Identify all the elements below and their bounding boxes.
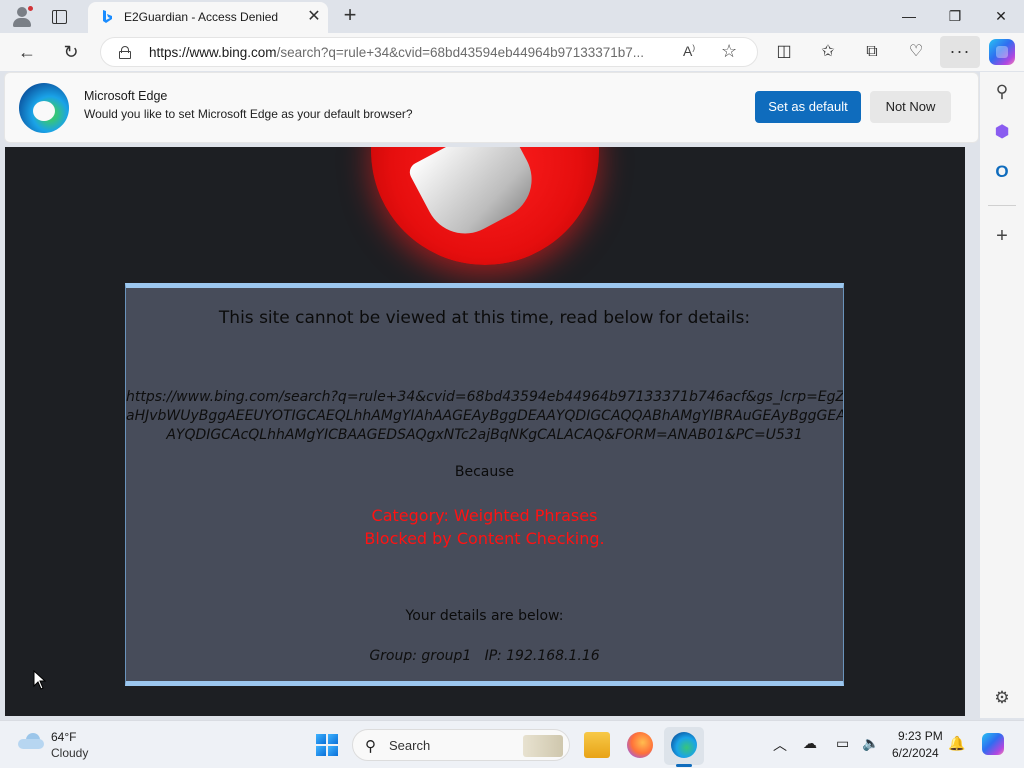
address-bar[interactable]: https://www.bing.com/search?q=rule+34&cv… xyxy=(100,37,758,67)
taskbar-search-icon: ⚲ xyxy=(365,738,376,755)
notifications-bell-icon[interactable]: 🔔 xyxy=(948,735,965,752)
bing-favicon-icon xyxy=(103,10,112,23)
split-screen-icon[interactable]: ◫ xyxy=(771,39,797,65)
edge-logo-icon xyxy=(19,83,69,133)
weather-condition[interactable]: Cloudy xyxy=(51,746,88,760)
tab-actions-icon[interactable] xyxy=(50,7,70,27)
favorites-icon[interactable]: ✩ xyxy=(815,39,841,65)
add-sidebar-app-icon[interactable]: + xyxy=(990,224,1014,248)
collections-icon[interactable]: ⧉ xyxy=(859,39,885,65)
edge-icon[interactable] xyxy=(671,732,697,758)
set-as-default-button[interactable]: Set as default xyxy=(755,91,861,123)
sidebar-divider xyxy=(988,205,1016,206)
block-method: Blocked by Content Checking. xyxy=(364,529,605,548)
active-app-indicator xyxy=(676,764,692,767)
blocked-url-line: AYQDIGCAcQLhhAMgYICBAAGEDSAQgxNTc2ajBqNK… xyxy=(166,427,803,443)
mouse-cursor-icon xyxy=(33,670,47,690)
url-text[interactable]: https://www.bing.com/search?q=rule+34&cv… xyxy=(149,45,669,60)
title-bar: E2Guardian - Access Denied ✕ + — ❐ ✕ xyxy=(0,0,1024,33)
network-offline-icon[interactable]: ☁ xyxy=(803,735,817,752)
blocked-page: This site cannot be viewed at this time,… xyxy=(5,147,965,716)
default-browser-notification: Microsoft Edge Would you like to set Mic… xyxy=(4,72,979,143)
copilot-icon[interactable] xyxy=(989,39,1015,65)
display-icon[interactable]: ▭ xyxy=(836,735,849,752)
clock-date[interactable]: 6/2/2024 xyxy=(892,746,939,760)
minimize-button[interactable]: — xyxy=(886,0,932,32)
navigation-bar: ← ↻ https://www.bing.com/search?q=rule+3… xyxy=(0,33,1024,71)
access-denied-panel: This site cannot be viewed at this time,… xyxy=(125,283,844,686)
firefox-icon[interactable] xyxy=(627,732,653,758)
taskbar-search-box[interactable]: ⚲ Search xyxy=(352,729,570,761)
settings-menu-icon[interactable]: ··· xyxy=(940,36,980,68)
clock-time[interactable]: 9:23 PM xyxy=(898,729,943,743)
restore-button[interactable]: ❐ xyxy=(932,0,978,32)
edge-sidebar: ⚲ ⬢ O + ⚙ xyxy=(980,72,1024,718)
search-icon[interactable]: ⚲ xyxy=(990,80,1014,104)
weather-temperature[interactable]: 64°F xyxy=(51,730,76,744)
new-tab-button[interactable]: + xyxy=(338,4,362,28)
details-label: Your details are below: xyxy=(405,608,564,624)
favorite-star-icon[interactable]: ☆ xyxy=(721,41,737,62)
browser-essentials-icon[interactable]: ♡ xyxy=(903,39,929,65)
taskbar: 64°F Cloudy ⚲ Search ︿ ☁ ▭ 🔈 9:23 PM 6/2… xyxy=(0,720,1024,768)
taskbar-search-placeholder: Search xyxy=(389,738,431,753)
because-label: Because xyxy=(454,464,515,480)
stop-hand-icon xyxy=(371,147,599,265)
notification-message: Would you like to set Microsoft Edge as … xyxy=(84,107,413,121)
back-button[interactable]: ← xyxy=(14,39,40,65)
blocked-url: https://www.bing.com/search?q=rule+34&cv… xyxy=(126,388,843,445)
page-heading: This site cannot be viewed at this time,… xyxy=(218,308,751,328)
lock-icon[interactable] xyxy=(119,46,131,59)
tab-active[interactable]: E2Guardian - Access Denied ✕ xyxy=(88,2,328,33)
blocked-url-line: aHJvbWUyBggAEEUYOTIGCAEQLhhAMgYIAhAAGEAy… xyxy=(126,408,843,424)
block-category: Category: Weighted Phrases xyxy=(371,506,598,525)
file-explorer-icon[interactable] xyxy=(584,732,610,758)
profile-icon[interactable] xyxy=(10,5,34,29)
search-highlight-image xyxy=(523,735,563,757)
block-reason: Category: Weighted Phrases Blocked by Co… xyxy=(126,504,843,550)
office-icon[interactable]: ⬢ xyxy=(990,120,1014,144)
blocked-url-line: https://www.bing.com/search?q=rule+34&cv… xyxy=(126,389,843,405)
copilot-taskbar-icon[interactable] xyxy=(982,733,1004,755)
tab-title: E2Guardian - Access Denied xyxy=(124,10,279,24)
tab-close-icon[interactable]: ✕ xyxy=(304,7,324,27)
windows-start-icon[interactable] xyxy=(316,734,338,756)
refresh-button[interactable]: ↻ xyxy=(58,39,84,65)
sidebar-settings-gear-icon[interactable]: ⚙ xyxy=(990,686,1014,710)
read-aloud-icon[interactable]: A) xyxy=(683,43,695,59)
outlook-icon[interactable]: O xyxy=(990,160,1014,184)
group-ip-info: Group: group1 IP: 192.168.1.16 xyxy=(369,648,600,664)
show-hidden-icons-chevron-icon[interactable]: ︿ xyxy=(773,735,787,755)
close-window-button[interactable]: ✕ xyxy=(978,0,1024,32)
notification-title: Microsoft Edge xyxy=(84,89,168,103)
cloudy-weather-icon[interactable] xyxy=(18,733,44,749)
volume-muted-icon[interactable]: 🔈 xyxy=(862,735,879,752)
not-now-button[interactable]: Not Now xyxy=(870,91,951,123)
